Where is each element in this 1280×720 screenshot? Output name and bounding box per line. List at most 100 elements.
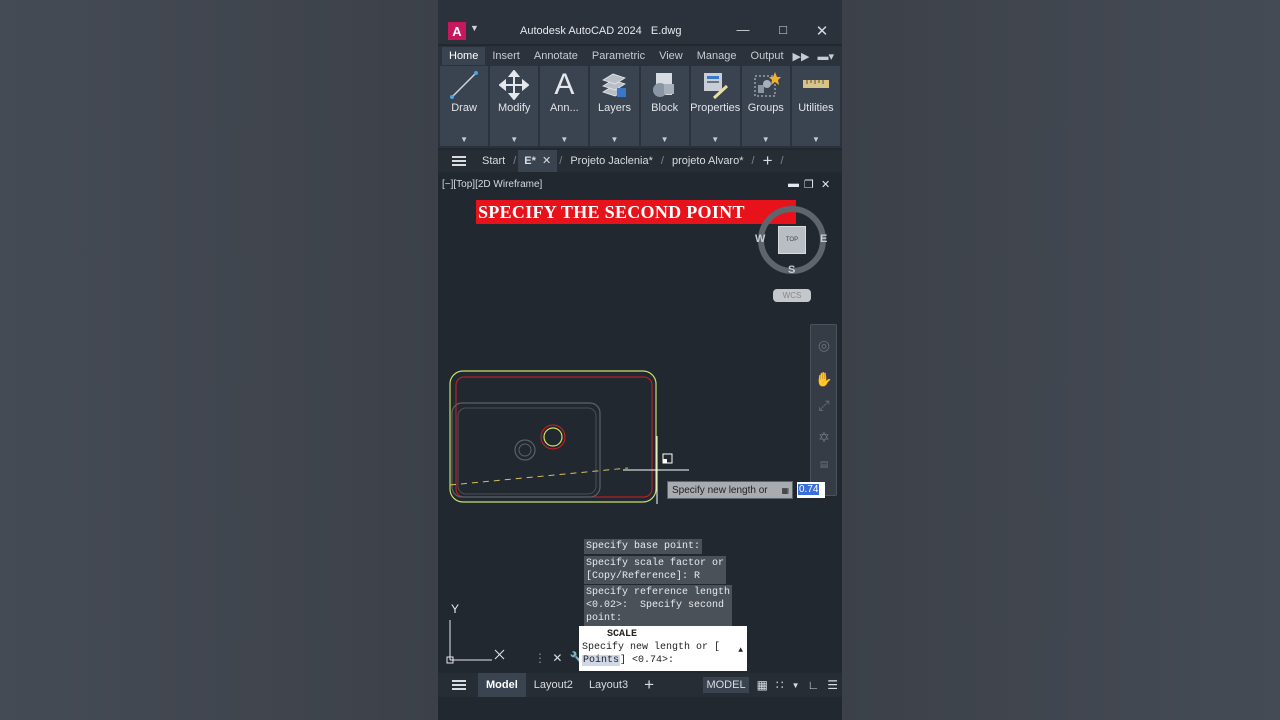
dynamic-input-prompt: Specify new length or ▦ bbox=[667, 481, 793, 499]
command-line[interactable]: SCALE Specify new length or [ Points] <0… bbox=[579, 626, 747, 671]
tab-parametric[interactable]: Parametric bbox=[585, 47, 652, 65]
tab-annotate[interactable]: Annotate bbox=[527, 47, 585, 65]
tab-manage[interactable]: Manage bbox=[690, 47, 744, 65]
layouts-menu-icon[interactable] bbox=[452, 680, 466, 690]
command-history-caret-icon[interactable]: ▲ bbox=[738, 644, 743, 657]
workspace-toggle-icon[interactable]: ▬▾ bbox=[817, 50, 834, 63]
autocad-logo-button[interactable]: A bbox=[448, 22, 466, 40]
chevron-down-icon[interactable]: ▼ bbox=[611, 135, 619, 144]
file-name: E.dwg bbox=[650, 25, 682, 37]
panel-modify[interactable]: Modify ▼ bbox=[490, 66, 539, 146]
drain-inner bbox=[518, 443, 532, 457]
panel-utilities[interactable]: Utilities ▼ bbox=[791, 66, 840, 146]
dynamic-input-options-icon[interactable]: ▦ bbox=[781, 482, 789, 500]
chevron-down-icon[interactable]: ▼ bbox=[812, 135, 820, 144]
measure-icon bbox=[802, 80, 829, 88]
dynamic-input-value-text: 0.74 bbox=[798, 484, 820, 495]
history-text: Specify reference length bbox=[586, 587, 731, 598]
tab-separator: / bbox=[513, 155, 517, 167]
grid-icon[interactable]: ▦ bbox=[757, 678, 768, 692]
groups-icon bbox=[754, 72, 781, 97]
tab-e-drawing[interactable]: E* ✕ bbox=[518, 150, 558, 172]
maximize-button[interactable]: □ bbox=[775, 22, 791, 37]
chevron-down-icon[interactable]: ▼ bbox=[711, 135, 719, 144]
chevron-down-icon[interactable]: ▼ bbox=[762, 135, 770, 144]
minimize-button[interactable]: — bbox=[735, 22, 751, 37]
outer-sink-outline bbox=[449, 370, 657, 503]
draw-line-icon bbox=[450, 71, 479, 99]
tab-output[interactable]: Output bbox=[744, 47, 791, 65]
history-scale-factor: Specify scale factor or [Copy/Reference]… bbox=[584, 556, 727, 584]
block-insert-icon bbox=[652, 73, 674, 97]
file-tabs: Start / E* ✕ / Projeto Jaclenia* / proje… bbox=[438, 150, 842, 172]
ribbon-panels: Draw ▼ Modify ▼ A Ann... ▼ Layers ▼ Bloc… bbox=[438, 66, 842, 148]
customize-status-icon[interactable]: ☰ bbox=[827, 678, 838, 692]
model-space-button[interactable]: MODEL bbox=[703, 677, 749, 693]
basin-inner-outline bbox=[457, 407, 597, 495]
more-tabs-icon[interactable]: ▶▶ bbox=[793, 50, 810, 63]
dynamic-input-value[interactable]: 0.74 bbox=[797, 482, 825, 498]
app-name: Autodesk AutoCAD 2024 bbox=[520, 25, 642, 37]
history-text: <0.02>: Specify second bbox=[586, 600, 725, 611]
drawing-viewport[interactable]: [−][Top][2D Wireframe] ▬ ❐ ✕ SPECIFY THE… bbox=[438, 174, 842, 672]
tab-separator: / bbox=[751, 155, 755, 167]
chevron-down-icon[interactable]: ▼ bbox=[460, 135, 468, 144]
tab-start[interactable]: Start bbox=[476, 155, 511, 167]
move-arrows-icon bbox=[499, 70, 530, 100]
ortho-icon[interactable]: ∟ bbox=[807, 678, 819, 692]
panel-groups-label: Groups bbox=[747, 102, 784, 114]
hamburger-menu-icon[interactable] bbox=[452, 156, 466, 166]
tab-home[interactable]: Home bbox=[442, 47, 486, 65]
new-tab-plus-icon[interactable]: + bbox=[757, 151, 779, 171]
tab-layout2[interactable]: Layout2 bbox=[526, 673, 581, 697]
panel-annotation[interactable]: A Ann... ▼ bbox=[540, 66, 589, 146]
autocad-window: A ▼ Autodesk AutoCAD 2024 E.dwg — □ ✕ Ho… bbox=[438, 0, 842, 720]
chevron-down-icon[interactable]: ▼ bbox=[510, 135, 518, 144]
chevron-down-icon[interactable]: ▼ bbox=[560, 135, 568, 144]
add-layout-plus-icon[interactable]: + bbox=[636, 673, 662, 697]
panel-block[interactable]: Block ▼ bbox=[640, 66, 689, 146]
logo-letter: A bbox=[452, 23, 462, 39]
history-text: [Copy/Reference]: R bbox=[586, 571, 701, 582]
drain-outer bbox=[514, 439, 536, 461]
panel-draw[interactable]: Draw ▼ bbox=[440, 66, 489, 146]
layers-icon bbox=[602, 73, 627, 97]
panel-properties-label: Properties bbox=[690, 102, 741, 114]
ucs-y-label: Y bbox=[451, 602, 460, 616]
tab-layout3[interactable]: Layout3 bbox=[581, 673, 636, 697]
points-option[interactable]: Points bbox=[582, 655, 621, 666]
chevron-down-icon[interactable]: ▼ bbox=[661, 135, 669, 144]
inner-red-outline bbox=[455, 376, 653, 498]
bottom-padding bbox=[438, 697, 842, 720]
tab-insert[interactable]: Insert bbox=[485, 47, 527, 65]
panel-draw-label: Draw bbox=[451, 102, 477, 114]
panel-layers[interactable]: Layers ▼ bbox=[590, 66, 639, 146]
history-line-base-point: Specify base point: bbox=[584, 539, 703, 554]
background-left bbox=[0, 0, 438, 720]
close-command-icon[interactable]: ✕ bbox=[552, 651, 562, 665]
tab-projeto-jaclenia[interactable]: Projeto Jaclenia* bbox=[564, 155, 659, 167]
close-tab-icon[interactable]: ✕ bbox=[542, 155, 551, 167]
command-line-tools: ⋮ ✕ 🔧 bbox=[534, 651, 585, 665]
command-default-value: ] <0.74>: bbox=[620, 655, 675, 666]
panel-groups[interactable]: Groups ▼ bbox=[741, 66, 790, 146]
dynamic-input-text: Specify new length or bbox=[672, 485, 768, 496]
panel-layers-label: Layers bbox=[597, 102, 631, 114]
history-text: Specify scale factor or bbox=[586, 558, 725, 569]
app-menu-caret-icon[interactable]: ▼ bbox=[470, 23, 479, 33]
tab-view[interactable]: View bbox=[652, 47, 690, 65]
panel-properties[interactable]: Properties ▼ bbox=[690, 66, 741, 146]
command-prompt-text: Specify new length or [ bbox=[582, 642, 721, 653]
drag-handle-icon[interactable]: ⋮ bbox=[534, 651, 546, 665]
snap-icon[interactable]: ∷ bbox=[776, 678, 784, 692]
tab-model[interactable]: Model bbox=[478, 673, 526, 697]
close-button[interactable]: ✕ bbox=[814, 22, 830, 40]
tab-separator: / bbox=[559, 155, 563, 167]
tab-projeto-alvaro[interactable]: projeto Alvaro* bbox=[666, 155, 750, 167]
panel-utilities-label: Utilities bbox=[798, 102, 834, 114]
history-text: point: bbox=[586, 613, 623, 624]
tab-e-label: E* bbox=[524, 155, 536, 167]
rubber-band-line bbox=[449, 467, 629, 486]
snap-menu-caret-icon[interactable]: ▼ bbox=[792, 681, 800, 690]
faucet-hole bbox=[543, 427, 563, 447]
